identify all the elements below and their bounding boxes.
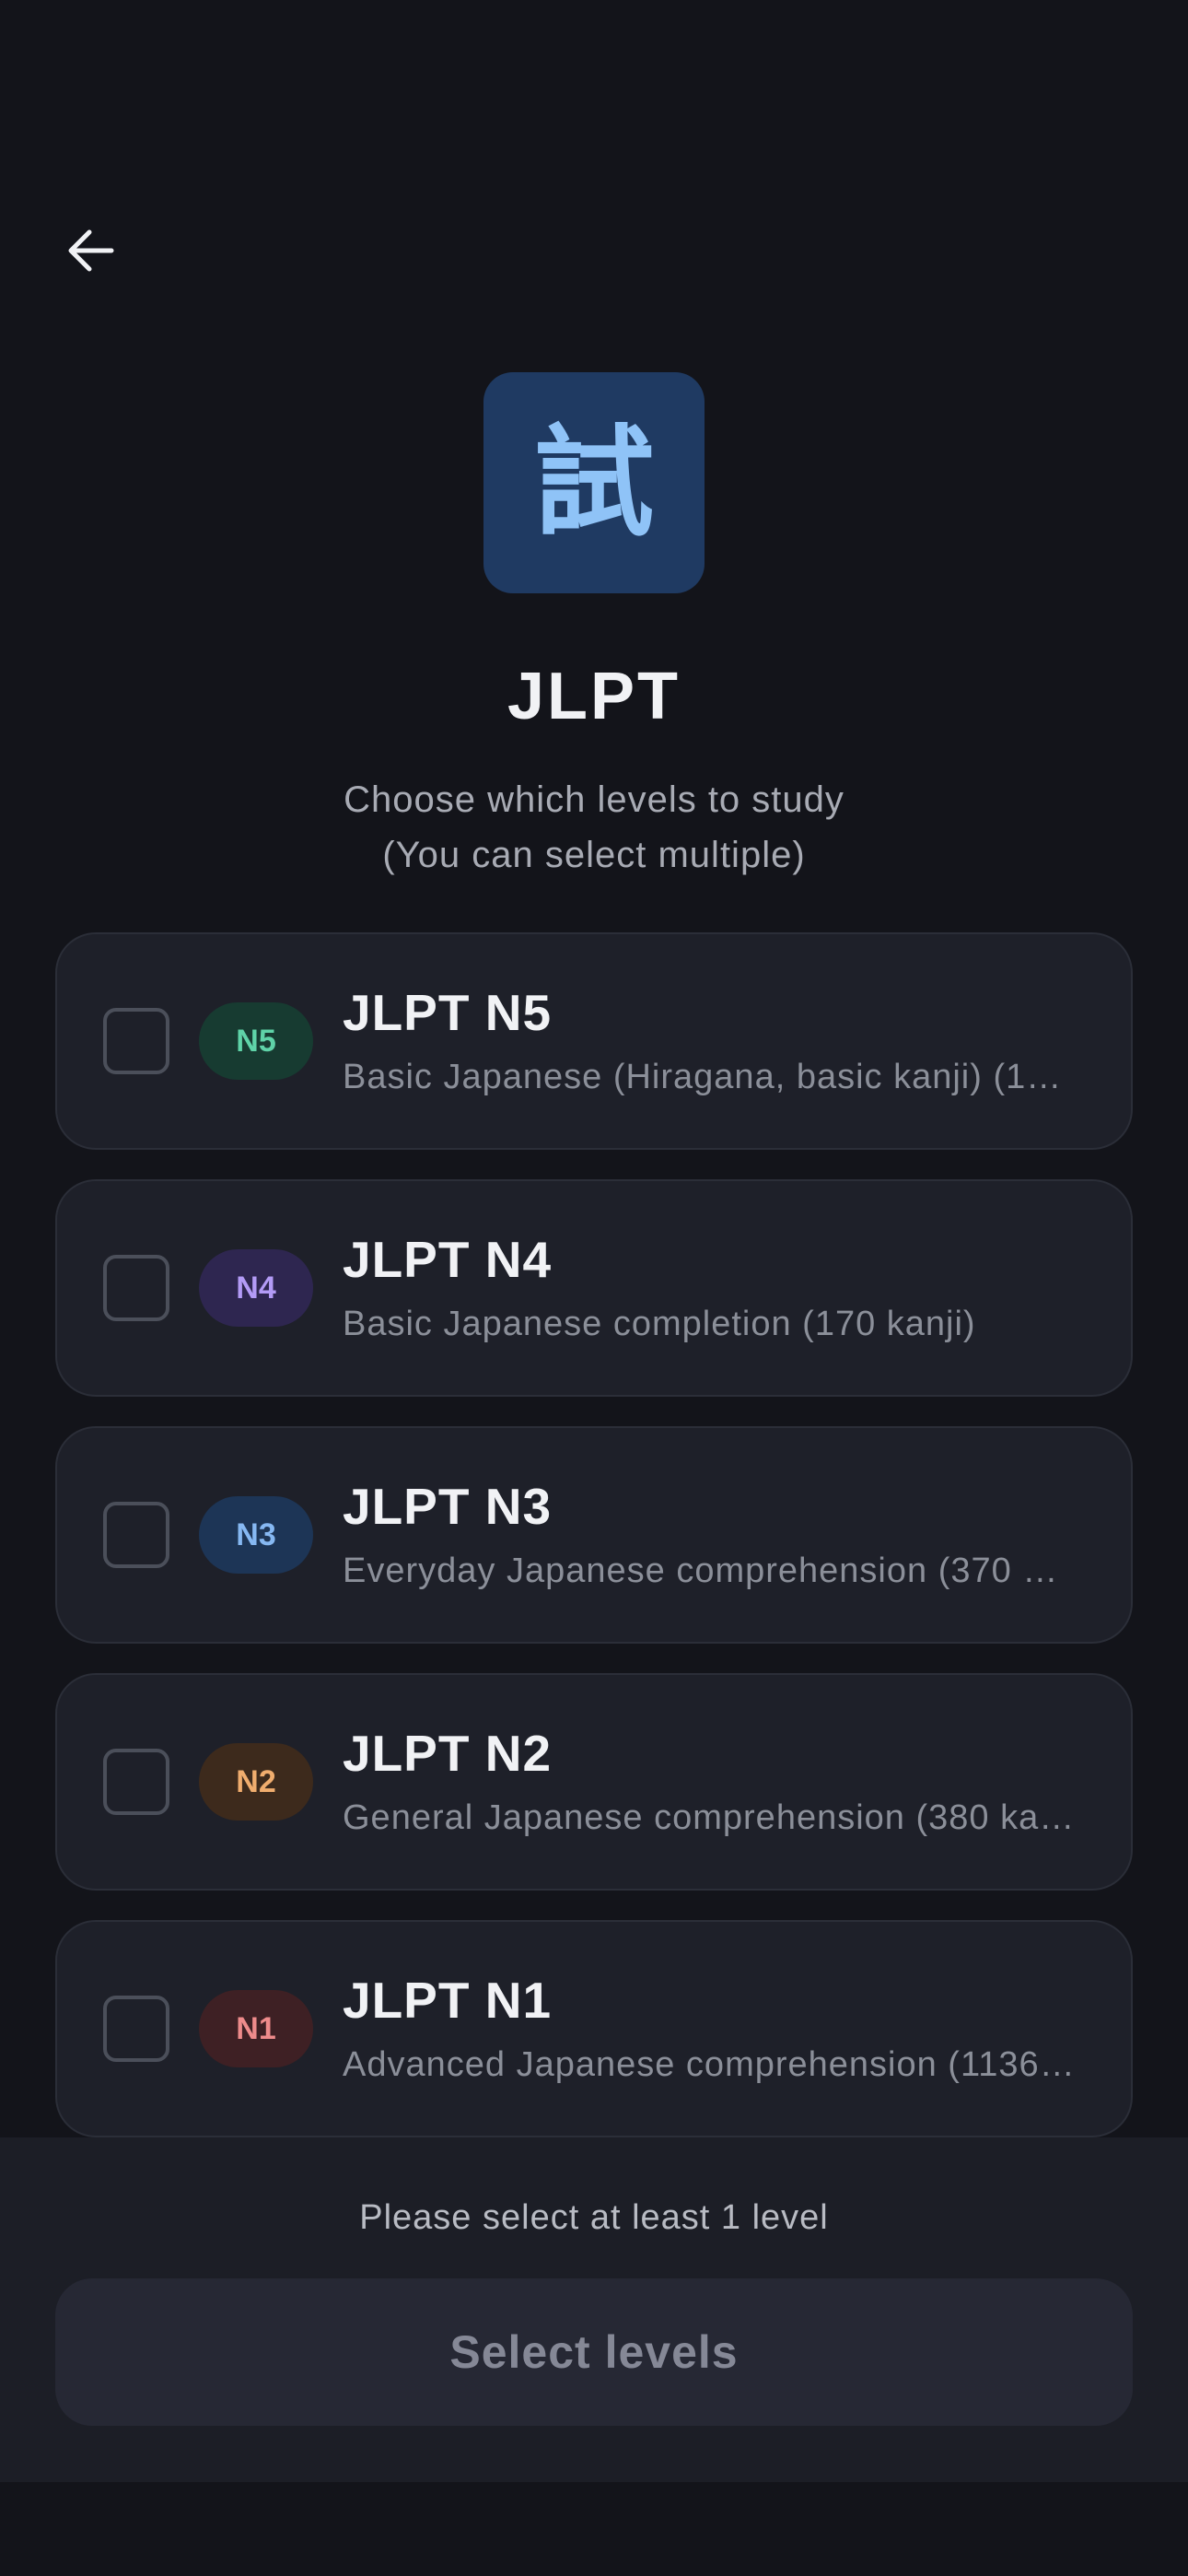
screen: 試 JLPT Choose which levels to study (You…	[0, 0, 1188, 2576]
level-name: JLPT N1	[343, 1972, 553, 2030]
level-card-n3[interactable]: N3 JLPT N3 Everyday Japanese comprehensi…	[55, 1426, 1133, 1644]
level-badge: N2	[199, 1743, 313, 1821]
page-title: JLPT	[507, 660, 681, 733]
level-name: JLPT N5	[343, 984, 553, 1042]
arrow-left-icon	[68, 229, 114, 272]
level-badge: N4	[199, 1249, 313, 1327]
select-levels-button[interactable]: Select levels	[55, 2278, 1133, 2426]
level-text: JLPT N4 Basic Japanese completion (170 k…	[343, 1232, 1076, 1344]
page-subtitle: Choose which levels to study (You can se…	[0, 772, 1188, 883]
level-name: JLPT N3	[343, 1478, 553, 1536]
level-text: JLPT N5 Basic Japanese (Hiragana, basic …	[343, 985, 1076, 1097]
level-name: JLPT N4	[343, 1231, 553, 1289]
back-button[interactable]	[53, 217, 127, 284]
subtitle-line-2: (You can select multiple)	[382, 835, 806, 875]
level-card-n2[interactable]: N2 JLPT N2 General Japanese comprehensio…	[55, 1673, 1133, 1891]
level-description: Basic Japanese completion (170 kanji)	[343, 1304, 976, 1343]
level-badge: N3	[199, 1496, 313, 1574]
level-checkbox[interactable]	[103, 1008, 169, 1074]
hero: 試 JLPT Choose which levels to study (You…	[0, 372, 1188, 883]
level-text: JLPT N2 General Japanese comprehension (…	[343, 1726, 1076, 1838]
level-text: JLPT N3 Everyday Japanese comprehension …	[343, 1479, 1076, 1591]
level-list: N5 JLPT N5 Basic Japanese (Hiragana, bas…	[55, 932, 1133, 2137]
level-description: Basic Japanese (Hiragana, basic kanji) (…	[343, 1057, 1076, 1096]
level-name: JLPT N2	[343, 1725, 553, 1783]
level-checkbox[interactable]	[103, 1255, 169, 1321]
level-checkbox[interactable]	[103, 1996, 169, 2062]
level-card-n5[interactable]: N5 JLPT N5 Basic Japanese (Hiragana, bas…	[55, 932, 1133, 1150]
level-text: JLPT N1 Advanced Japanese comprehension …	[343, 1973, 1076, 2085]
level-description: General Japanese comprehension (380 kanj…	[343, 1797, 1076, 1837]
level-checkbox[interactable]	[103, 1502, 169, 1568]
level-description: Advanced Japanese comprehension (1136 ka…	[343, 2044, 1076, 2084]
level-badge: N1	[199, 1990, 313, 2067]
level-badge: N5	[199, 1002, 313, 1080]
selection-hint: Please select at least 1 level	[359, 2198, 829, 2237]
subtitle-line-1: Choose which levels to study	[344, 779, 844, 820]
level-card-n4[interactable]: N4 JLPT N4 Basic Japanese completion (17…	[55, 1179, 1133, 1397]
level-checkbox[interactable]	[103, 1749, 169, 1815]
level-description: Everyday Japanese comprehension (370 kan…	[343, 1551, 1076, 1590]
bottom-panel: Please select at least 1 level Select le…	[0, 2137, 1188, 2482]
exam-kanji-icon: 試	[483, 372, 705, 593]
level-card-n1[interactable]: N1 JLPT N1 Advanced Japanese comprehensi…	[55, 1920, 1133, 2137]
